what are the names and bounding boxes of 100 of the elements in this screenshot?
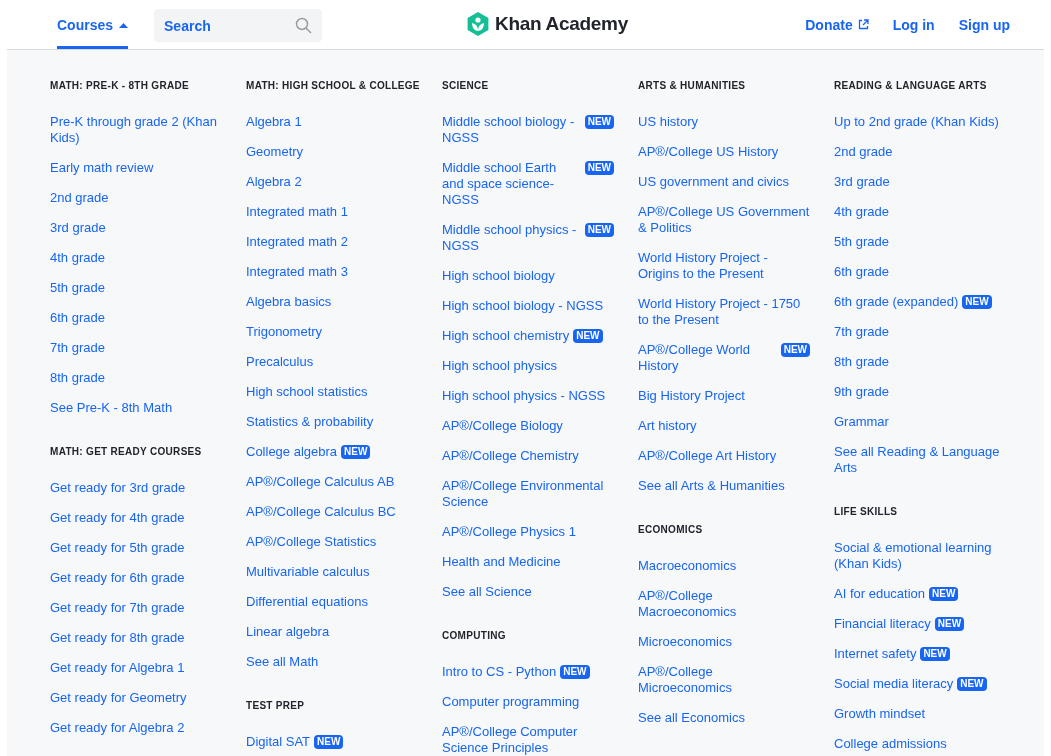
course-link[interactable]: Get ready for Algebra 1 <box>50 660 185 676</box>
course-link[interactable]: AP®/College Biology <box>442 418 563 434</box>
course-link[interactable]: Differential equations <box>246 594 368 610</box>
course-link[interactable]: AP®/College Statistics <box>246 534 377 550</box>
course-link[interactable]: 6th grade <box>834 264 889 280</box>
course-link[interactable]: AP®/College Chemistry <box>442 448 579 464</box>
course-link[interactable]: 6th grade (expanded) <box>834 294 959 310</box>
course-link[interactable]: AP®/College World History <box>638 342 777 374</box>
course-link[interactable]: AP®/College Environmental Science <box>442 478 614 510</box>
course-link[interactable]: See all Arts & Humanities <box>638 478 785 494</box>
course-link[interactable]: Algebra basics <box>246 294 332 310</box>
course-link[interactable]: Get ready for 4th grade <box>50 510 185 526</box>
course-link[interactable]: Get ready for 6th grade <box>50 570 185 586</box>
course-link[interactable]: 5th grade <box>834 234 889 250</box>
course-link[interactable]: AP®/College US Government & Politics <box>638 204 810 236</box>
course-link[interactable]: Art history <box>638 418 697 434</box>
course-link[interactable]: 6th grade <box>50 310 105 326</box>
course-link[interactable]: Trigonometry <box>246 324 323 340</box>
course-link[interactable]: Social media literacy <box>834 676 954 692</box>
course-link[interactable]: Get ready for 8th grade <box>50 630 185 646</box>
course-link[interactable]: Integrated math 3 <box>246 264 348 280</box>
course-link[interactable]: Financial literacy <box>834 616 931 632</box>
course-link[interactable]: Big History Project <box>638 388 745 404</box>
course-link[interactable]: Get ready for Geometry <box>50 690 187 706</box>
course-link[interactable]: 7th grade <box>50 340 105 356</box>
course-link[interactable]: Computer programming <box>442 694 580 710</box>
course-link[interactable]: Growth mindset <box>834 706 926 722</box>
course-link[interactable]: Digital SAT <box>246 734 311 750</box>
course-link[interactable]: High school physics - NGSS <box>442 388 606 404</box>
course-link[interactable]: Early math review <box>50 160 154 176</box>
course-link[interactable]: Intro to CS - Python <box>442 664 557 680</box>
category-heading: COMPUTING <box>442 630 507 641</box>
course-link[interactable]: High school biology - NGSS <box>442 298 604 314</box>
new-badge: NEW <box>780 343 810 357</box>
course-link[interactable]: AP®/College Calculus BC <box>246 504 396 520</box>
header-link[interactable]: Sign up <box>958 16 1010 33</box>
course-link[interactable]: Health and Medicine <box>442 554 561 570</box>
course-link[interactable]: Macroeconomics <box>638 558 737 574</box>
course-link[interactable]: World History Project - 1750 to the Present <box>638 296 810 328</box>
course-link[interactable]: 8th grade <box>50 370 105 386</box>
course-link[interactable]: 4th grade <box>834 204 889 220</box>
course-link[interactable]: See all Science <box>442 584 532 600</box>
search-field[interactable]: Search <box>154 9 323 42</box>
header-link[interactable]: Log in <box>892 16 935 33</box>
course-link[interactable]: US government and civics <box>638 174 789 190</box>
course-link[interactable]: 3rd grade <box>834 174 890 190</box>
course-link[interactable]: Get ready for 7th grade <box>50 600 185 616</box>
course-link[interactable]: Internet safety <box>834 646 917 662</box>
course-link[interactable]: High school biology <box>442 268 555 284</box>
course-link[interactable]: AI for education <box>834 586 926 602</box>
course-link[interactable]: Get ready for Algebra 2 <box>50 720 185 736</box>
course-link[interactable]: Precalculus <box>246 354 314 370</box>
course-link[interactable]: Up to 2nd grade (Khan Kids) <box>834 114 999 130</box>
course-link[interactable]: See all Economics <box>638 710 745 726</box>
course-link[interactable]: Get ready for 3rd grade <box>50 480 186 496</box>
course-link[interactable]: 5th grade <box>50 280 105 296</box>
course-link[interactable]: High school physics <box>442 358 557 374</box>
course-link[interactable]: College algebra <box>246 444 338 460</box>
course-link[interactable]: AP®/College Physics 1 <box>442 524 576 540</box>
course-link[interactable]: Pre-K through grade 2 (Khan Kids) <box>50 114 222 146</box>
course-link[interactable]: 2nd grade <box>834 144 893 160</box>
course-link[interactable]: AP®/College Calculus AB <box>246 474 395 490</box>
course-link[interactable]: Algebra 2 <box>246 174 302 190</box>
logo-text: Khan Academy <box>495 13 628 35</box>
course-link[interactable]: 7th grade <box>834 324 889 340</box>
course-link[interactable]: Social & emotional learning (Khan Kids) <box>834 540 1006 572</box>
category-heading: READING & LANGUAGE ARTS <box>834 80 988 91</box>
new-badge: NEW <box>560 665 590 679</box>
course-link[interactable]: Middle school physics - NGSS <box>442 222 581 254</box>
course-link[interactable]: AP®/College US History <box>638 144 779 160</box>
course-link[interactable]: Geometry <box>246 144 304 160</box>
course-link[interactable]: AP®/College Macroeconomics <box>638 588 810 620</box>
course-link[interactable]: 2nd grade <box>50 190 109 206</box>
course-link[interactable]: AP®/College Computer Science Principles <box>442 724 614 756</box>
course-link[interactable]: World History Project - Origins to the Present <box>638 250 810 282</box>
course-link[interactable]: High school statistics <box>246 384 368 400</box>
course-link[interactable]: Statistics & probability <box>246 414 374 430</box>
course-link[interactable]: AP®/College Microeconomics <box>638 664 810 696</box>
course-link[interactable]: Integrated math 2 <box>246 234 348 250</box>
course-link[interactable]: 9th grade <box>834 384 889 400</box>
course-link[interactable]: Microeconomics <box>638 634 732 650</box>
course-link[interactable]: Algebra 1 <box>246 114 302 130</box>
header-link[interactable]: Donate <box>805 16 869 33</box>
course-link[interactable]: 4th grade <box>50 250 105 266</box>
course-link[interactable]: Linear algebra <box>246 624 330 640</box>
course-link[interactable]: Middle school biology - NGSS <box>442 114 581 146</box>
course-link[interactable]: Grammar <box>834 414 889 430</box>
course-link[interactable]: College admissions <box>834 736 947 752</box>
course-link[interactable]: 8th grade <box>834 354 889 370</box>
course-link[interactable]: Get ready for 5th grade <box>50 540 185 556</box>
course-link[interactable]: AP®/College Art History <box>638 448 777 464</box>
course-link[interactable]: See all Math <box>246 654 319 670</box>
course-link[interactable]: Multivariable calculus <box>246 564 370 580</box>
course-link[interactable]: US history <box>638 114 698 130</box>
course-link[interactable]: Integrated math 1 <box>246 204 348 220</box>
course-link[interactable]: See Pre-K - 8th Math <box>50 400 173 416</box>
course-link[interactable]: 3rd grade <box>50 220 106 236</box>
course-link[interactable]: High school chemistry <box>442 328 570 344</box>
course-link[interactable]: See all Reading & Language Arts <box>834 444 1006 476</box>
course-link[interactable]: Middle school Earth and space science-NGSS <box>442 160 581 208</box>
